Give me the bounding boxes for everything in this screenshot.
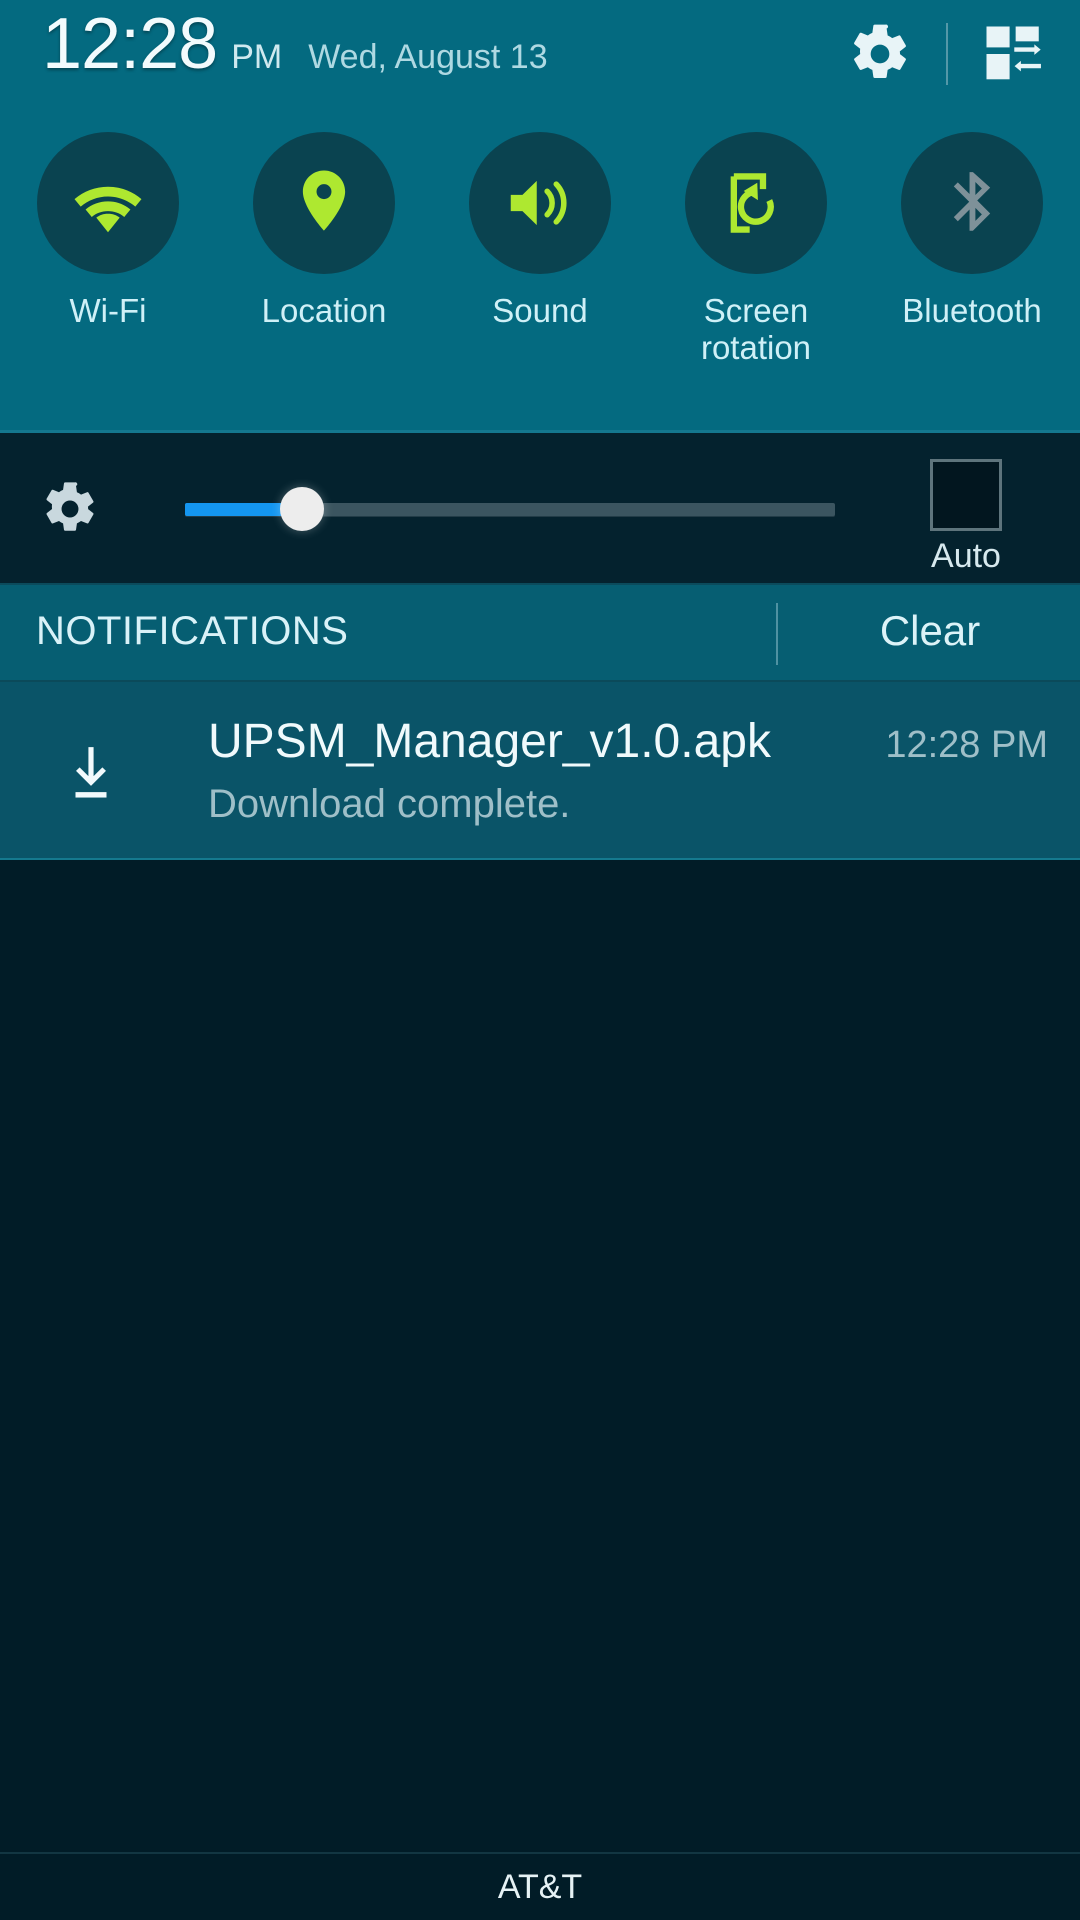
quick-toggle-row: Wi-Fi Location Sound Screen rotation Blu… — [0, 110, 1080, 430]
toggle-wifi-circle — [37, 132, 179, 274]
status-bar: 12:28 PM Wed, August 13 — [0, 0, 1080, 110]
brightness-gear-button[interactable] — [40, 479, 100, 539]
toggle-screen-rotation-circle — [685, 132, 827, 274]
multi-window-button[interactable] — [974, 14, 1054, 94]
toggle-screen-rotation-label: Screen rotation — [700, 292, 812, 367]
clear-notifications-button[interactable]: Clear — [780, 607, 1080, 655]
notification-title: UPSM_Manager_v1.0.apk — [208, 715, 771, 768]
toggle-sound-circle — [469, 132, 611, 274]
toggle-location-label: Location — [261, 292, 387, 329]
brightness-gear-icon — [46, 482, 94, 531]
notifications-header-divider — [776, 603, 778, 665]
toggle-screen-rotation[interactable]: Screen rotation — [648, 110, 864, 430]
screen-rotation-icon — [730, 173, 774, 233]
download-complete-icon-wrap — [52, 734, 130, 812]
brightness-slider-thumb[interactable] — [280, 487, 324, 531]
toggle-wifi-label: Wi-Fi — [69, 292, 147, 329]
multi-window-icon — [986, 26, 1041, 80]
bluetooth-icon — [953, 172, 991, 231]
location-pin-icon — [302, 170, 346, 231]
auto-brightness-label: Auto — [931, 537, 1001, 575]
status-bar-actions — [840, 14, 1054, 94]
clock-area[interactable]: 12:28 PM Wed, August 13 — [42, 8, 548, 80]
auto-brightness-checkbox[interactable] — [930, 459, 1002, 531]
clock-time: 12:28 — [42, 4, 218, 84]
toggle-location-circle — [253, 132, 395, 274]
notification-time: 12:28 PM — [885, 724, 1048, 766]
clock-ampm: PM — [231, 38, 283, 76]
carrier-label: AT&T — [497, 1867, 583, 1906]
notification-item-download[interactable]: UPSM_Manager_v1.0.apk 12:28 PM Download … — [0, 682, 1080, 860]
status-divider — [946, 23, 948, 85]
toggle-location[interactable]: Location — [216, 110, 432, 430]
notifications-header: NOTIFICATIONS Clear — [0, 585, 1080, 682]
download-complete-icon — [75, 747, 107, 798]
notification-shade: 12:28 PM Wed, August 13 Wi-Fi Location S… — [0, 0, 1080, 1920]
shade-empty-area — [0, 862, 1080, 1852]
notifications-title: NOTIFICATIONS — [36, 609, 349, 653]
wifi-icon — [74, 186, 142, 233]
sound-speaker-icon — [510, 180, 567, 226]
settings-button[interactable] — [840, 14, 920, 94]
toggle-sound-label: Sound — [492, 292, 588, 329]
toggle-bluetooth-label: Bluetooth — [902, 292, 1042, 329]
quick-settings-panel: 12:28 PM Wed, August 13 Wi-Fi Location S… — [0, 0, 1080, 430]
brightness-slider[interactable] — [185, 487, 835, 531]
brightness-row: Auto — [0, 430, 1080, 585]
toggle-bluetooth[interactable]: Bluetooth — [864, 110, 1080, 430]
notification-subtitle: Download complete. — [208, 782, 571, 826]
toggle-wifi[interactable]: Wi-Fi — [0, 110, 216, 430]
clock-date: Wed, August 13 — [308, 38, 548, 76]
toggle-sound[interactable]: Sound — [432, 110, 648, 430]
gear-icon — [854, 24, 906, 78]
carrier-footer: AT&T — [0, 1852, 1080, 1920]
toggle-bluetooth-circle — [901, 132, 1043, 274]
